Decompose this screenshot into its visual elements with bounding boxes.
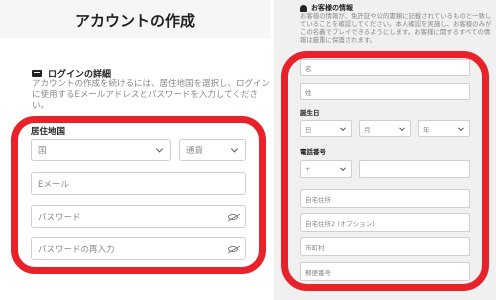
chevron-down-icon [458,124,464,131]
password-confirm-placeholder: パスワードの再入力 [38,244,115,255]
password-confirm-field[interactable]: パスワードの再入力 [31,237,246,260]
chevron-down-icon [340,165,346,172]
password-field[interactable]: パスワード [31,205,246,228]
chevron-down-icon [230,145,239,153]
chevron-down-icon [340,124,346,131]
user-icon [300,4,307,12]
address1-placeholder: 自宅住所 [305,195,331,204]
last-name-placeholder: 姓 [305,88,312,97]
birth-day-select[interactable]: 日 [300,120,352,137]
birth-year-select[interactable]: 年 [418,120,470,137]
birth-month-select[interactable]: 月 [359,120,411,137]
address2-field[interactable]: 自宅住所2 (オプション) [300,213,470,232]
login-description: アカウントの作成を続けるには、居住地国を選択し、ログインに使用するEメールアドレ… [32,79,271,111]
chevron-down-icon [155,145,164,153]
address1-field[interactable]: 自宅住所 [300,189,470,208]
postal-placeholder: 郵便番号 [305,268,331,277]
account-creation-panel: アカウントの作成 ログインの詳細 アカウントの作成を続けるには、居住地国を選択し… [0,0,270,300]
currency-placeholder: 通貨 [186,146,204,156]
first-name-placeholder: 名 [305,64,312,73]
phone-code-select[interactable]: + [300,160,352,178]
last-name-field[interactable]: 姓 [300,83,470,100]
page-title: アカウントの作成 [74,12,195,30]
email-field[interactable]: Eメール [31,172,246,195]
email-placeholder: Eメール [38,179,69,190]
customer-info-description: お客様の情報が、免許証や公的書類に記載されているものと一致していることを確認して… [300,12,492,44]
phone-code-value: + [305,165,311,173]
phone-number-field[interactable] [359,160,470,178]
country-select[interactable]: 国 [31,139,171,161]
year-placeholder: 年 [423,125,430,134]
residence-label: 居住地国 [31,127,66,137]
eye-slash-icon[interactable] [228,213,238,220]
month-placeholder: 月 [364,125,371,134]
day-placeholder: 日 [305,125,312,134]
city-placeholder: 市町村 [305,243,325,252]
birthday-label: 誕生日 [300,109,320,117]
password-placeholder: パスワード [38,212,81,223]
chevron-down-icon [399,124,405,131]
eye-slash-icon[interactable] [228,245,238,252]
currency-select[interactable]: 通貨 [179,139,246,161]
address2-placeholder: 自宅住所2 (オプション) [305,219,375,228]
city-field[interactable]: 市町村 [300,237,470,256]
first-name-field[interactable]: 名 [300,59,470,76]
postal-code-field[interactable]: 郵便番号 [300,262,470,281]
id-card-icon [32,70,42,77]
phone-label: 電話番号 [300,148,326,156]
country-placeholder: 国 [38,146,47,156]
